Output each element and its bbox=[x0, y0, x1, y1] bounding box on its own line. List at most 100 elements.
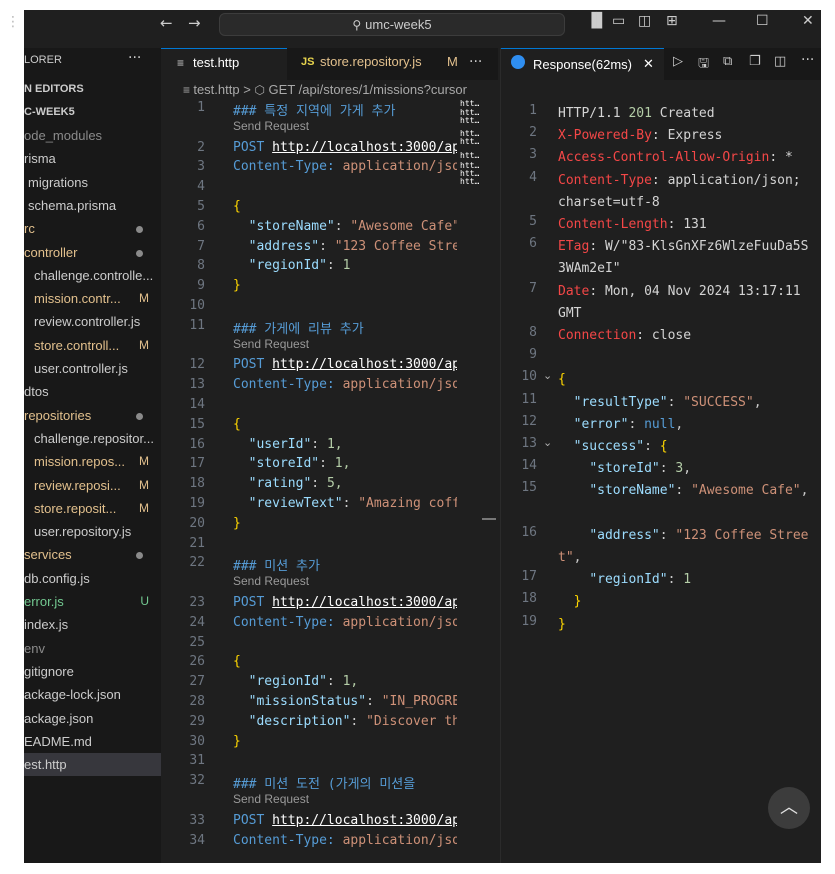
file-tree-item[interactable]: migrations bbox=[24, 171, 161, 194]
js-file-icon: JS bbox=[301, 56, 315, 68]
line-number: 4 bbox=[529, 169, 537, 185]
minimap-line: htt… bbox=[460, 138, 480, 146]
forward-arrow-icon[interactable]: → bbox=[188, 14, 201, 32]
line-number: 10 bbox=[189, 298, 205, 313]
file-tree-label: index.js bbox=[24, 617, 69, 633]
modified-dot-icon bbox=[136, 226, 143, 234]
fold-chevron-icon[interactable]: ⌄ bbox=[543, 436, 552, 449]
toggle-secondary-sidebar-icon[interactable]: ◫ bbox=[638, 13, 651, 29]
explorer-more-icon[interactable]: ··· bbox=[128, 50, 141, 66]
title-bar: ← → ⚲ umc-week5 ▐▌ ▭ ◫ ⊞ — ☐ ✕ bbox=[24, 10, 821, 40]
close-tab-icon[interactable]: ✕ bbox=[643, 52, 654, 78]
file-tree-item[interactable]: store.controll... M bbox=[24, 334, 161, 357]
toggle-sidebar-icon[interactable]: ▐▌ bbox=[586, 13, 608, 29]
file-tree-item[interactable]: rc bbox=[24, 217, 161, 240]
file-tree-item[interactable]: db.config.js bbox=[24, 567, 161, 590]
cube-icon: ⬡ bbox=[254, 83, 265, 97]
close-window-icon[interactable]: ✕ bbox=[802, 13, 814, 29]
response-more-icon[interactable]: ··· bbox=[801, 52, 814, 68]
tab-test-http[interactable]: ≡ test.http bbox=[161, 48, 287, 81]
line-number: 17 bbox=[521, 569, 537, 585]
file-tree-item[interactable]: index.js bbox=[24, 613, 161, 636]
response-text: Content-Length: 131 bbox=[558, 217, 707, 232]
toggle-panel-icon[interactable]: ▭ bbox=[612, 13, 625, 29]
drag-grip-icon[interactable]: ⋮⋮ bbox=[6, 15, 35, 34]
send-request-link[interactable]: Send Request bbox=[233, 337, 309, 351]
file-tree-item[interactable]: ode_modules bbox=[24, 124, 161, 147]
minimap-line: htt… bbox=[460, 170, 480, 178]
project-root[interactable]: C-WEEK5 bbox=[24, 101, 161, 124]
file-tree-item[interactable]: EADME.md bbox=[24, 730, 161, 753]
file-tree-item[interactable]: services bbox=[24, 543, 161, 566]
line-number: 9 bbox=[197, 278, 205, 294]
file-tree-item[interactable]: challenge.controlle... bbox=[24, 264, 161, 287]
command-center[interactable]: ⚲ umc-week5 bbox=[219, 13, 565, 36]
file-tree-item[interactable]: store.reposit... M bbox=[24, 497, 161, 520]
minimize-icon[interactable]: — bbox=[712, 13, 726, 29]
file-tree-item[interactable]: risma bbox=[24, 147, 161, 170]
send-request-link[interactable]: Send Request bbox=[233, 792, 309, 806]
file-tree-item[interactable]: review.controller.js bbox=[24, 310, 161, 333]
tab-response[interactable]: Response(62ms) ✕ bbox=[501, 48, 664, 81]
file-tree-item[interactable]: error.js U bbox=[24, 590, 161, 613]
breadcrumb-request[interactable]: GET /api/stores/1/missions?cursor bbox=[269, 82, 467, 97]
response-text: Content-Type: application/json; charset=… bbox=[558, 172, 809, 210]
file-tree-item[interactable]: gitignore bbox=[24, 660, 161, 683]
maximize-icon[interactable]: ☐ bbox=[756, 13, 769, 29]
file-tree-label: repositories bbox=[24, 407, 92, 423]
editor-more-icon[interactable]: ··· bbox=[469, 54, 482, 70]
breadcrumb-file[interactable]: test.http bbox=[193, 82, 239, 97]
line-number: 24 bbox=[189, 614, 205, 630]
file-tree-item[interactable]: user.repository.js bbox=[24, 520, 161, 543]
code-line: "rating": 5, bbox=[233, 476, 343, 492]
file-tree-item[interactable]: repositories bbox=[24, 404, 161, 427]
git-status-badge: M bbox=[139, 477, 149, 492]
line-number: 23 bbox=[189, 595, 205, 610]
line-number: 15 bbox=[521, 480, 537, 496]
file-tree-item[interactable]: challenge.repositor... bbox=[24, 427, 161, 450]
open-editors-label: N EDITORS bbox=[24, 83, 84, 95]
response-text: "address": "123 Coffee Street", bbox=[558, 527, 809, 565]
save-body-icon[interactable]: ⧉ bbox=[723, 54, 732, 69]
code-line: } bbox=[233, 515, 241, 531]
git-status-badge: M bbox=[139, 291, 149, 306]
file-tree-label: review.reposi... bbox=[34, 477, 121, 493]
run-icon[interactable]: ▷ bbox=[673, 54, 683, 69]
file-tree-item[interactable]: user.controller.js bbox=[24, 357, 161, 380]
file-tree-item[interactable]: ackage-lock.json bbox=[24, 683, 161, 706]
send-request-link[interactable]: Send Request bbox=[233, 119, 309, 133]
file-tree-item[interactable]: review.reposi... M bbox=[24, 474, 161, 497]
save-response-icon[interactable]: 🖫 bbox=[698, 54, 709, 76]
file-tree-label: review.controller.js bbox=[34, 314, 141, 330]
explorer-header: LORER ··· bbox=[24, 50, 161, 72]
file-tree-item[interactable]: mission.repos... M bbox=[24, 450, 161, 473]
line-number: 8 bbox=[197, 258, 205, 274]
tab-store-repository[interactable]: JS store.repository.js M bbox=[287, 48, 465, 80]
code-line: ### 특정 지역에 가게 추가 bbox=[233, 104, 396, 119]
scroll-to-top-button[interactable]: ︿ bbox=[768, 787, 810, 829]
file-tree-label: error.js bbox=[24, 594, 64, 609]
copy-icon[interactable]: ❐ bbox=[749, 54, 761, 69]
send-request-link[interactable]: Send Request bbox=[233, 574, 309, 588]
customize-layout-icon[interactable]: ⊞ bbox=[666, 13, 678, 29]
line-number: 14 bbox=[189, 397, 205, 412]
response-panel: Response(62ms) ✕ ▷ 🖫 ⧉ ❐ ◫ ··· 1 HTTP/1.1… bbox=[500, 48, 821, 863]
line-number: 13 bbox=[521, 436, 537, 451]
line-number: 13 bbox=[189, 377, 205, 393]
file-tree-item[interactable]: est.http bbox=[24, 753, 161, 777]
file-tree-item[interactable]: controller bbox=[24, 241, 161, 264]
back-arrow-icon[interactable]: ← bbox=[160, 14, 173, 32]
file-tree-item[interactable]: ackage.json bbox=[24, 707, 161, 730]
file-tree-item[interactable]: schema.prisma bbox=[24, 194, 161, 217]
split-editor-icon[interactable]: ◫ bbox=[774, 54, 786, 69]
file-tree-label: risma bbox=[24, 151, 56, 167]
file-tree-item[interactable]: mission.contr... M bbox=[24, 287, 161, 310]
open-editors-section[interactable]: N EDITORS bbox=[24, 78, 161, 101]
code-line: "reviewText": "Amazing coffee" bbox=[233, 496, 457, 511]
file-tree-item[interactable]: env bbox=[24, 637, 161, 660]
fold-chevron-icon[interactable]: ⌄ bbox=[543, 369, 552, 382]
minimap[interactable]: htt… htt… htt… htt… htt… htt… htt… htt… htt… bbox=[458, 100, 484, 210]
file-tree-label: ackage-lock.json bbox=[24, 687, 121, 703]
git-status-badge: M bbox=[139, 337, 149, 352]
file-tree-item[interactable]: dtos bbox=[24, 380, 161, 403]
